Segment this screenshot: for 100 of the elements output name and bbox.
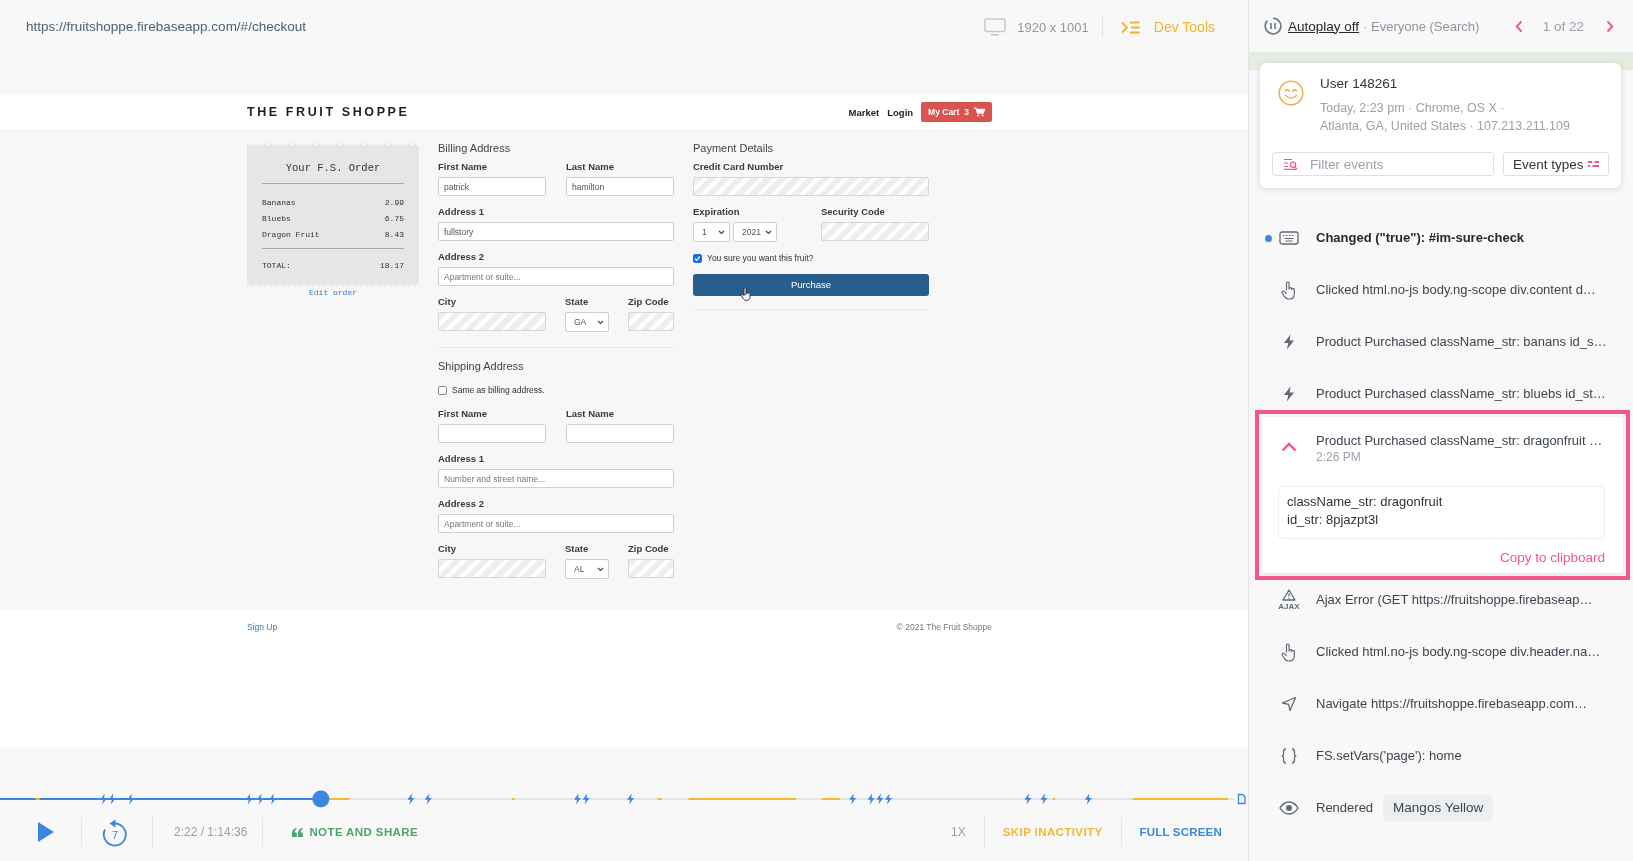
event-title[interactable]: FS.setVars('page'): home [1316, 748, 1462, 764]
input-field[interactable]: hamilton [566, 177, 674, 196]
cart-icon [974, 107, 985, 117]
bolt-icon[interactable] [100, 793, 108, 805]
bolt-icon[interactable] [582, 793, 590, 805]
bolt-icon[interactable] [424, 793, 432, 805]
filter-icon [1283, 158, 1298, 170]
total-value: 18.17 [380, 260, 404, 272]
event-title[interactable]: Ajax Error (GET https://fruitshoppe.firebaseap… [1316, 592, 1593, 608]
purchase-button[interactable]: Purchase [693, 274, 929, 296]
input-field[interactable] [566, 424, 674, 443]
input-field[interactable]: Number and street name... [438, 469, 674, 488]
input-field[interactable]: fullstory [438, 222, 674, 241]
bolt-icon[interactable] [885, 793, 892, 805]
masked-field[interactable] [438, 559, 546, 578]
segment-name: · Everyone (Search) [1363, 18, 1480, 34]
masked-field[interactable] [628, 312, 674, 331]
filter-field[interactable]: Filter events [1272, 152, 1494, 176]
sign-up-link[interactable]: Sign Up [247, 621, 278, 633]
event-types-button[interactable]: Event types [1503, 152, 1609, 176]
nav-link[interactable]: Market [848, 106, 880, 118]
item-name: Bananas [262, 197, 296, 209]
chevron-up-icon[interactable] [1281, 442, 1297, 452]
bolt-icon[interactable] [1024, 793, 1032, 805]
field-label: Address 2 [438, 251, 484, 263]
caret-icon [597, 566, 604, 572]
event-title[interactable]: Clicked html.no-js body.ng-scope div.header.na… [1316, 644, 1601, 660]
checkbox[interactable] [438, 385, 447, 395]
masked-field[interactable] [628, 559, 674, 578]
user-name: User 148261 [1320, 75, 1398, 93]
site-logo[interactable]: THE FRUIT SHOPPE [247, 105, 410, 119]
rewind-button[interactable]: 7 [100, 817, 130, 847]
pause-circle-icon[interactable] [1264, 17, 1282, 35]
field-label: City [438, 296, 456, 308]
bolt-icon[interactable] [108, 793, 116, 805]
bolt-icon[interactable] [627, 793, 635, 805]
value-tag: Mangos Yellow [1383, 795, 1494, 821]
field-label: State [565, 543, 589, 555]
caret-icon [718, 229, 725, 235]
masked-field[interactable] [438, 312, 546, 331]
nav-link[interactable]: Login [887, 106, 914, 118]
next-button[interactable] [1606, 19, 1614, 33]
dropdown[interactable]: GA [565, 312, 609, 332]
event-title[interactable]: Product Purchased className_str: banans id_s… [1316, 334, 1607, 350]
playhead-handle[interactable] [312, 790, 330, 808]
input-field[interactable]: Apartment or suite... [438, 267, 674, 286]
field-label: Zip Code [628, 543, 669, 555]
bolt-icon[interactable] [876, 793, 884, 805]
field-label: First Name [438, 408, 488, 420]
field-label: First Name [438, 161, 488, 173]
event-title[interactable]: Product Purchased className_str: dragonfruit … [1316, 433, 1603, 449]
field-label: Expiration [693, 206, 740, 218]
detail-line: id_str: 8pjazpt3l [1287, 511, 1379, 529]
field-label: Credit Card Number [693, 161, 784, 173]
sliders-icon [1588, 160, 1599, 168]
event-title[interactable]: Changed ("true"): #im-sure-check [1316, 230, 1525, 246]
total-label: TOTAL: [262, 260, 291, 272]
bolt-icon[interactable] [849, 793, 857, 805]
detail-line: className_str: dragonfruit [1287, 493, 1443, 511]
field-label: City [438, 543, 456, 555]
event-title[interactable]: Navigate https://fruitshoppe.firebaseapp.com… [1316, 696, 1587, 712]
masked-field[interactable] [821, 222, 929, 241]
bolt-icon[interactable] [574, 793, 581, 805]
session-info: Today, 2:23 pm · Chrome, OS X · [1320, 100, 1505, 117]
bolt-icon[interactable] [867, 793, 875, 805]
dropdown[interactable]: 2021 [733, 222, 777, 242]
bolt-icon[interactable] [269, 793, 277, 805]
bolt-icon[interactable] [1084, 793, 1092, 805]
item-price: 6.75 [384, 213, 404, 225]
item-name: Bluebs [262, 213, 291, 225]
page-icon[interactable] [1237, 793, 1246, 805]
previous-button[interactable] [1514, 19, 1523, 33]
cart-button[interactable]: My Cart 3 [921, 102, 992, 122]
event-title[interactable]: Clicked html.no-js body.ng-scope div.content d… [1316, 282, 1596, 298]
dropdown[interactable]: AL [565, 559, 609, 579]
input-field[interactable] [438, 424, 546, 443]
autoplay-link[interactable]: Autoplay off [1288, 18, 1360, 34]
event-title[interactable]: Rendered [1316, 800, 1374, 816]
bolt-icon[interactable] [407, 793, 415, 805]
replay-icon [100, 817, 130, 847]
edit-order-link[interactable]: Edit order [309, 287, 357, 298]
bolt-icon[interactable] [1040, 793, 1048, 805]
play-button[interactable] [37, 821, 55, 843]
input-field[interactable]: patrick [438, 177, 546, 196]
full-screen-button[interactable]: FULL SCREEN [1139, 826, 1222, 838]
bolt-icon[interactable] [127, 793, 135, 805]
input-field[interactable]: Apartment or suite... [438, 514, 674, 533]
quote-icon [292, 827, 304, 837]
field-label: Last Name [566, 408, 615, 420]
event-title[interactable]: Product Purchased className_str: bluebs id_st… [1316, 386, 1606, 402]
field-label: State [565, 296, 589, 308]
item-price: 2.99 [384, 197, 404, 209]
checkbox[interactable] [693, 253, 702, 263]
dev-tools-icon [1120, 20, 1140, 34]
checkbox-label: You sure you want this fruit? [707, 253, 814, 263]
bolt-icon[interactable] [245, 793, 253, 805]
masked-field[interactable] [693, 177, 929, 196]
dropdown[interactable]: 1 [693, 222, 730, 242]
receipt-title: Your F.S. Order [285, 161, 381, 175]
bolt-icon[interactable] [256, 793, 264, 805]
